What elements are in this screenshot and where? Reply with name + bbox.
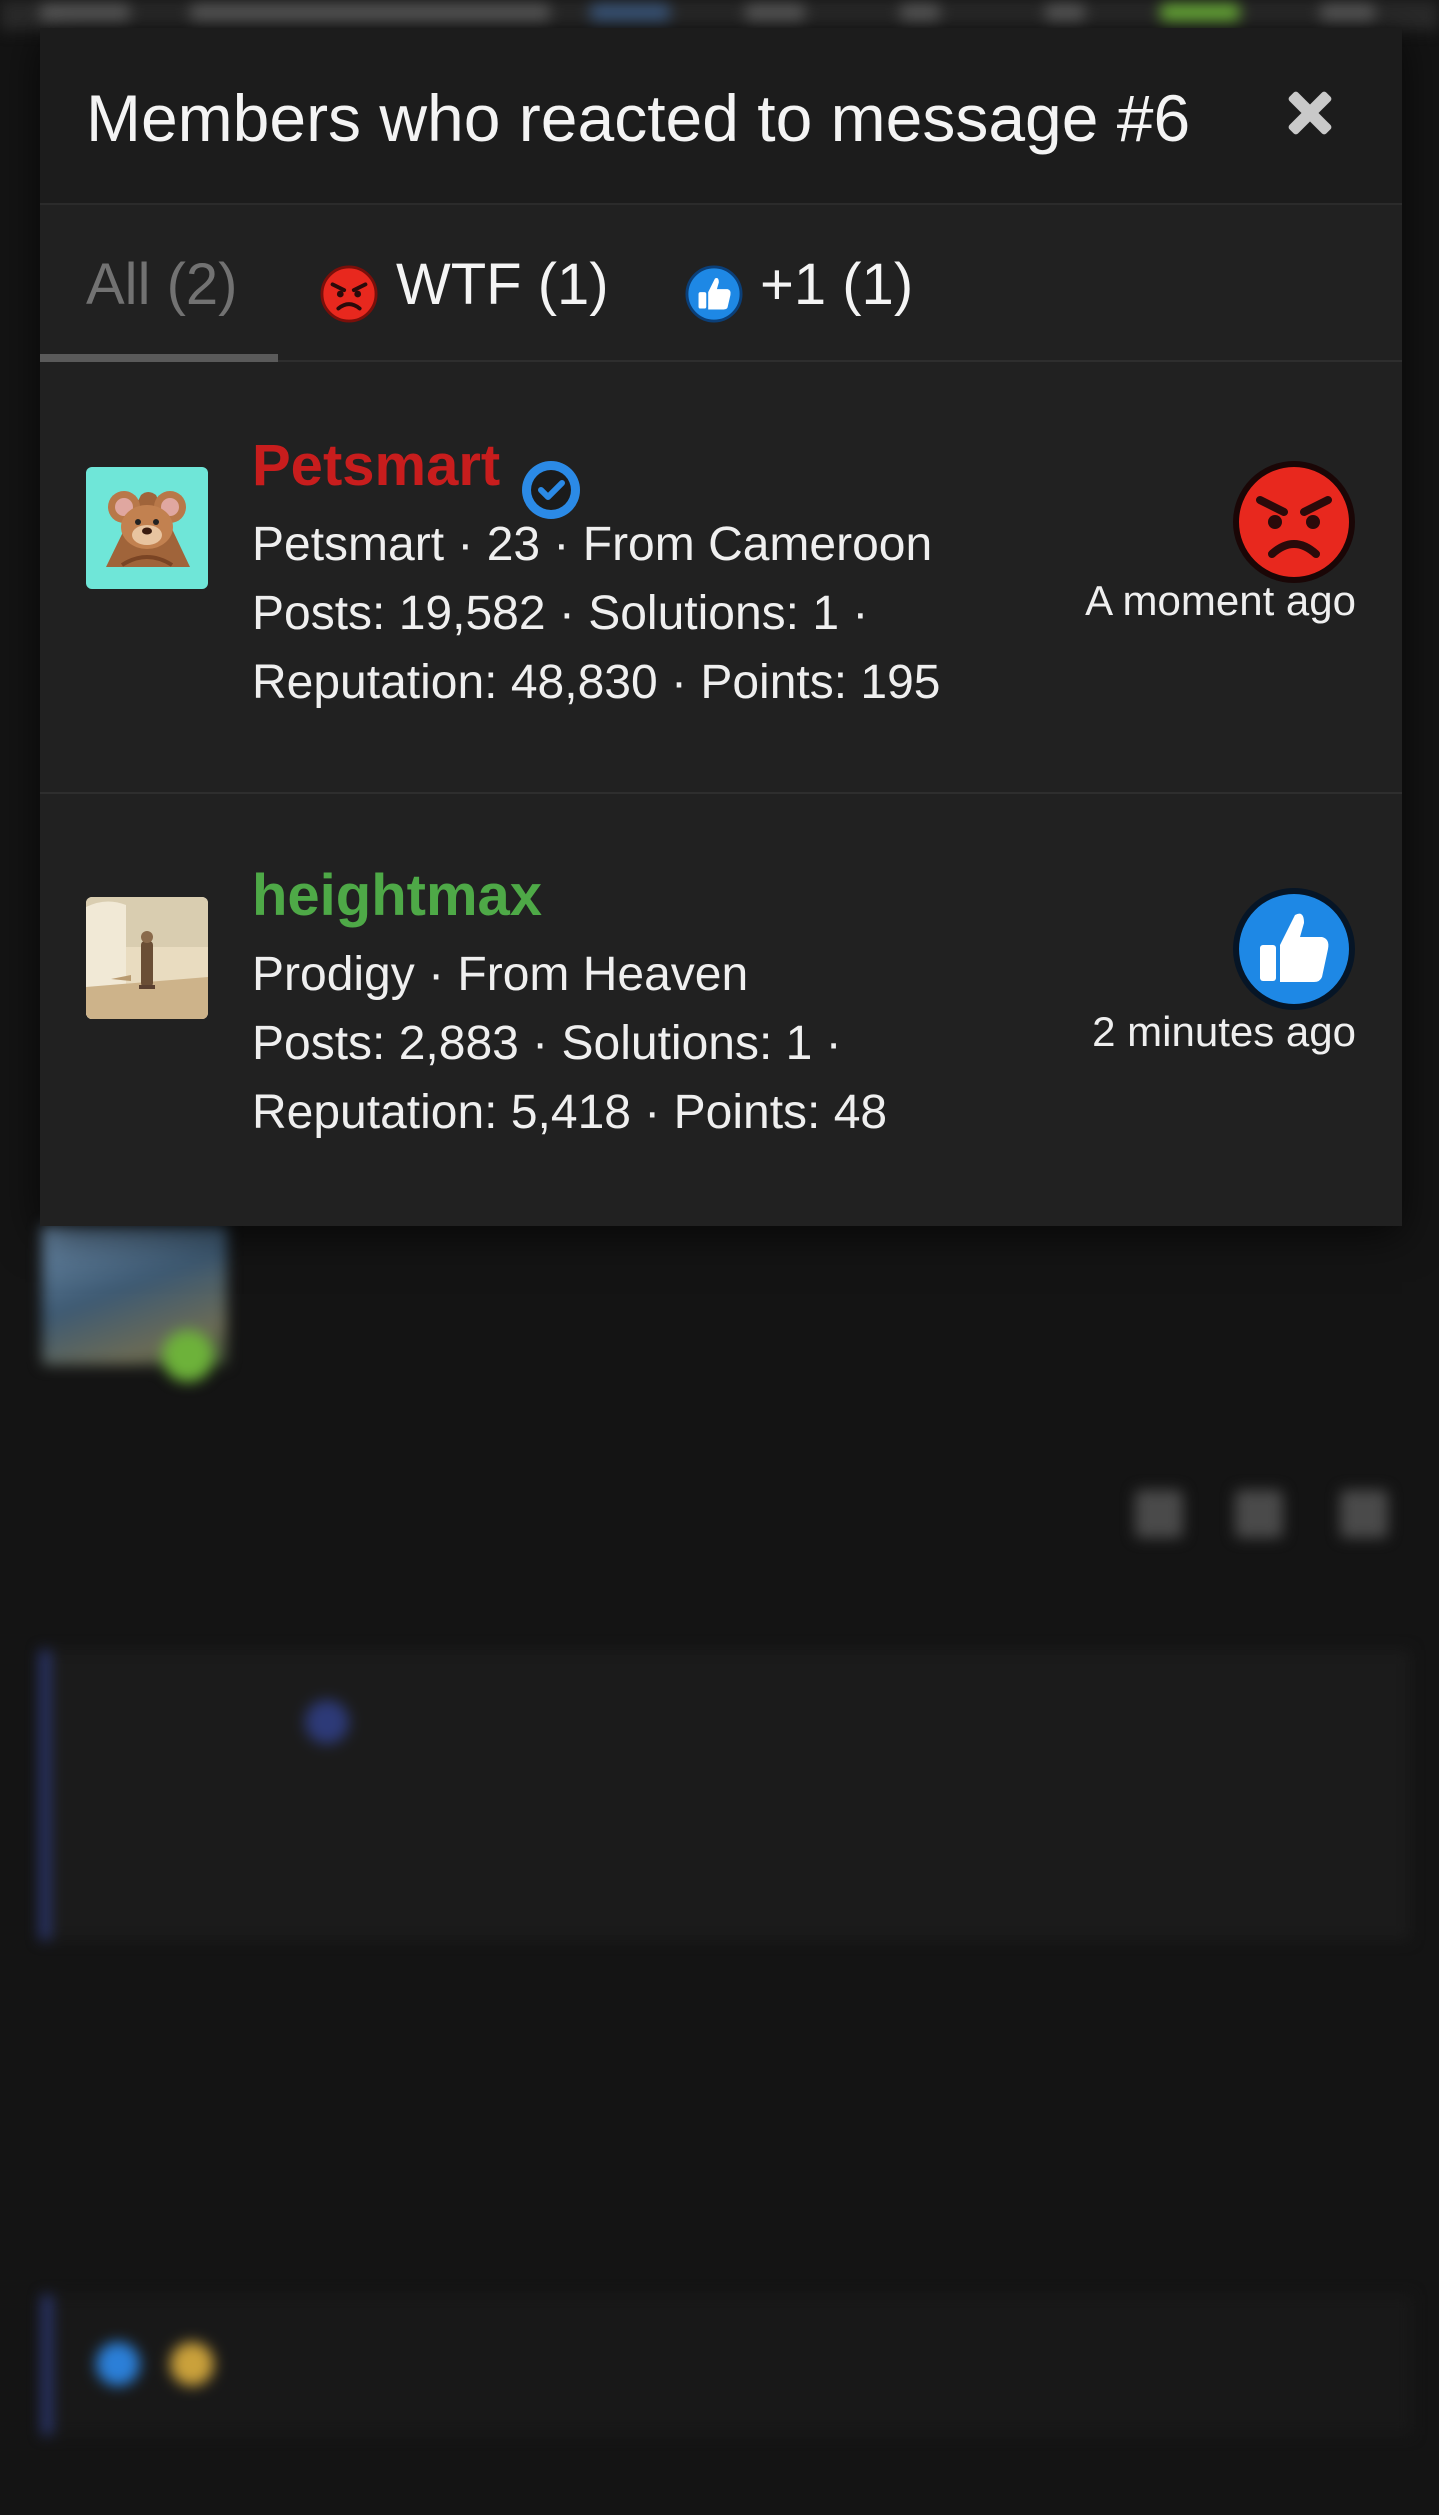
member-meta-line: Petsmart · 23 · From Cameroon [252, 518, 933, 571]
member-details: Prodigy · From Heaven Posts: 2,883 · Sol… [252, 940, 887, 1147]
background-quote-block [40, 1650, 1410, 1940]
member-row: heightmax Prodigy · From Heaven Posts: 2… [40, 792, 1402, 1222]
member-stats-line: Reputation: 5,418 · Points: 48 [252, 1086, 888, 1139]
background-chip [1320, 4, 1375, 22]
background-online-indicator [162, 1330, 214, 1382]
reactions-modal: Members who reacted to message #6 All (2… [40, 28, 1402, 1226]
reaction-time: A moment ago [1085, 577, 1356, 624]
avatar[interactable] [86, 897, 208, 1019]
background-reaction-bar [42, 2295, 1412, 2435]
tab-plus-one[interactable]: +1 (1) [680, 205, 990, 360]
tab-wtf[interactable]: WTF (1) [320, 205, 650, 360]
background-quote-avatar [305, 1700, 349, 1744]
member-stats-line: Reputation: 48,830 · Points: 195 [252, 656, 941, 709]
background-bookmark-icon [1235, 1490, 1283, 1538]
tab-label: +1 (1) [760, 252, 914, 317]
angry-face-icon [1233, 461, 1355, 583]
background-chip [1160, 4, 1240, 22]
avatar[interactable] [86, 467, 208, 589]
member-meta-line: Prodigy · From Heaven [252, 948, 749, 1001]
background-chip [900, 4, 940, 22]
angry-face-icon [320, 265, 378, 323]
reaction-tabs: All (2) WTF (1) +1 (1) [40, 205, 1402, 362]
tab-label: WTF (1) [396, 252, 609, 317]
tab-all[interactable]: All (2) [40, 205, 278, 362]
tab-label: All (2) [86, 252, 238, 317]
background-post-number [1340, 1490, 1388, 1538]
background-topbar [0, 0, 1439, 30]
modal-header: Members who reacted to message #6 [40, 28, 1402, 205]
background-chip [190, 4, 550, 22]
reaction-time: 2 minutes ago [1092, 1008, 1356, 1055]
background-emoji-icon [170, 2342, 214, 2386]
member-stats-line: Posts: 19,582 · Solutions: 1 · [252, 587, 869, 640]
active-tab-indicator [40, 354, 278, 362]
background-like-icon [96, 2342, 140, 2386]
member-name[interactable]: Petsmart [252, 432, 500, 499]
thumbs-up-icon [685, 265, 743, 323]
modal-title: Members who reacted to message #6 [86, 81, 1191, 155]
member-name[interactable]: heightmax [252, 862, 542, 929]
thumbs-up-icon [1233, 888, 1355, 1010]
member-stats-line: Posts: 2,883 · Solutions: 1 · [252, 1017, 842, 1070]
background-chip [1045, 4, 1085, 22]
background-share-icon [1135, 1490, 1183, 1538]
close-icon[interactable] [1280, 83, 1340, 143]
background-chip [590, 4, 670, 22]
background-chip [40, 4, 130, 22]
member-details: Petsmart · 23 · From Cameroon Posts: 19,… [252, 510, 940, 717]
member-row: Petsmart Petsmart · 23 · From Cameroon P… [40, 362, 1402, 794]
background-chip [745, 4, 805, 22]
